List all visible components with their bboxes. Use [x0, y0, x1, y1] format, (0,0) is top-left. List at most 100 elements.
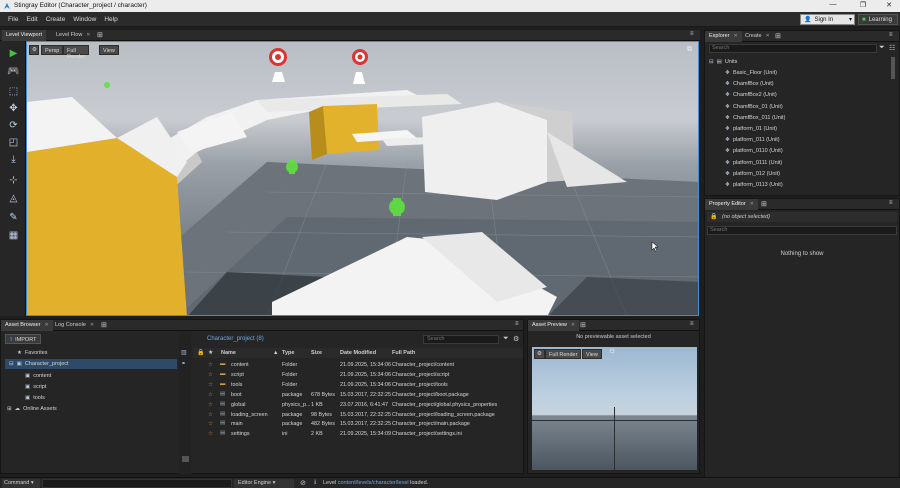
filter-icon[interactable]: ⏷ — [503, 335, 509, 343]
column-path[interactable]: Full Path — [392, 350, 415, 356]
tree-item-unit[interactable]: ❖ ChamfBox2 (Unit) — [725, 92, 777, 98]
layers-tool-icon[interactable]: ▦ — [7, 229, 20, 242]
tab-level-flow[interactable]: Level Flow ✕ — [52, 30, 95, 41]
breadcrumb[interactable]: Character_project (8) — [207, 336, 264, 342]
preview-view-button[interactable]: View — [582, 349, 602, 359]
terrain-tool-icon[interactable]: ◬ — [7, 192, 20, 205]
close-tab-icon[interactable]: ✕ — [90, 322, 94, 328]
table-row[interactable]: ☆ ▬ script Folder 21.09.2025, 15:34:06 Charac… — [193, 370, 511, 380]
full-render-button[interactable]: Full Render — [63, 45, 90, 60]
tree-item-unit[interactable]: ❖ platform_0110 (Unit) — [725, 148, 783, 154]
tab-explorer[interactable]: Explorer ✕ — [705, 31, 742, 42]
snap-tool-icon[interactable]: ⊹ — [7, 174, 20, 187]
maximize-viewport-icon[interactable]: ⧉ — [687, 46, 692, 54]
close-tab-icon[interactable]: ✕ — [571, 322, 575, 328]
explorer-search-input[interactable]: Search — [709, 44, 877, 53]
tab-level-viewport[interactable]: Level Viewport — [2, 30, 46, 41]
close-tab-icon[interactable]: ✕ — [44, 322, 48, 328]
sort-ascending-icon[interactable]: ▲ — [273, 350, 278, 356]
tree-item-unit[interactable]: ❖ ChamfBox (Unit) — [725, 81, 774, 87]
tree-item-unit[interactable]: ❖ Basic_Floor (Unit) — [725, 70, 777, 76]
panel-menu-icon[interactable]: ≡ — [690, 321, 694, 327]
panel-menu-icon[interactable]: ≡ — [690, 31, 694, 37]
close-tab-icon[interactable]: ✕ — [733, 33, 737, 39]
preview-settings-icon[interactable]: ⚙ — [534, 349, 545, 359]
collapse-icon[interactable]: ⊟ — [709, 59, 714, 65]
collapse-icon[interactable]: ⊟ — [9, 361, 14, 367]
place-tool-icon[interactable]: ⤓ — [7, 153, 20, 166]
table-row[interactable]: ☆ ▤ settings ini 2 KB 21.09.2025, 15:34:09 Cha… — [193, 429, 511, 439]
import-button[interactable]: ⇪ IMPORT — [5, 334, 41, 344]
engine-dropdown[interactable]: Editor Engine ▾ — [234, 479, 294, 488]
settings-gear-icon[interactable]: ⚙ — [513, 335, 519, 343]
close-tab-icon[interactable]: ✕ — [766, 33, 770, 39]
camera-mode-button[interactable]: Persp — [41, 45, 64, 55]
favorite-star-icon[interactable]: ☆ — [208, 421, 213, 427]
favorite-star-icon[interactable]: ☆ — [208, 402, 213, 408]
close-tab-icon[interactable]: ✕ — [750, 201, 754, 207]
learning-button[interactable]: ■ Learning — [858, 14, 898, 25]
table-row[interactable]: ☆ ▬ content Folder 21.09.2025, 15:34:06 Chara… — [193, 360, 511, 370]
command-dropdown[interactable]: Command ▾ — [2, 479, 40, 488]
column-size[interactable]: Size — [311, 350, 322, 356]
tree-item-unit[interactable]: ❖ platform_012 (Unit) — [725, 171, 780, 177]
hierarchy-icon[interactable]: ☷ — [889, 44, 895, 52]
tab-log-console[interactable]: Log Console ✕ — [51, 320, 98, 331]
table-row[interactable]: ☆ ▤ boot package 678 Bytes 15.03.2017, 22:32:… — [193, 390, 511, 400]
lock-icon[interactable]: 🔒 — [710, 213, 717, 220]
tab-asset-preview[interactable]: Asset Preview ✕ — [528, 320, 580, 331]
add-tab-icon[interactable]: ⊞ — [580, 321, 586, 329]
table-row[interactable]: ☆ ▤ global physics_p... 1 KB 23.07.2016, 6:41… — [193, 400, 511, 410]
menu-help[interactable]: Help — [104, 16, 117, 23]
close-button[interactable]: ✕ — [876, 1, 900, 9]
add-tab-icon[interactable]: ⊞ — [97, 31, 103, 39]
tab-asset-browser[interactable]: Asset Browser ✕ — [1, 320, 53, 331]
tree-root-units[interactable]: ⊟ ▤ Units — [709, 59, 737, 65]
minimize-button[interactable]: — — [820, 1, 846, 8]
column-date[interactable]: Date Modified — [340, 350, 376, 356]
scrollbar-thumb[interactable] — [891, 57, 895, 79]
menu-edit[interactable]: Edit — [26, 16, 37, 23]
folder-content[interactable]: ▣ content — [25, 373, 51, 379]
table-row[interactable]: ☆ ▬ tools Folder 21.09.2025, 15:34:06 Charact… — [193, 380, 511, 390]
filter-icon[interactable]: ⏷ — [879, 44, 885, 52]
menu-create[interactable]: Create — [46, 16, 66, 23]
favorites-item[interactable]: ★ Favorites — [17, 350, 48, 356]
menu-window[interactable]: Window — [73, 16, 96, 23]
asset-search-input[interactable]: Search — [423, 335, 499, 344]
gamepad-icon[interactable]: 🎮 — [7, 65, 20, 78]
favorite-star-icon[interactable]: ☆ — [208, 382, 213, 388]
tree-item-unit[interactable]: ❖ ChamfBox_011 (Unit) — [725, 115, 785, 121]
add-tab-icon[interactable]: ⊞ — [775, 32, 781, 40]
rotate-tool-icon[interactable]: ⟳ — [7, 119, 20, 132]
zoom-slider[interactable] — [182, 456, 189, 462]
tree-item-unit[interactable]: ❖ platform_0113 (Unit) — [725, 182, 783, 188]
level-viewport[interactable]: ⚙ Persp Full Render View ⧉ — [26, 41, 699, 316]
preview-render[interactable]: ⚙ Full Render View ☼ — [532, 347, 697, 470]
favorite-star-icon[interactable]: ☆ — [208, 412, 213, 418]
folder-tools[interactable]: ▣ tools — [25, 395, 45, 401]
paint-tool-icon[interactable]: ✎ — [7, 211, 20, 224]
view-button[interactable]: View — [99, 45, 119, 55]
folder-view-icon[interactable]: ▥ — [181, 349, 187, 356]
panel-menu-icon[interactable]: ≡ — [515, 321, 519, 327]
maximize-button[interactable]: ❐ — [850, 1, 876, 9]
tab-property-editor[interactable]: Property Editor ✕ — [705, 199, 758, 210]
property-search-input[interactable]: Search — [707, 226, 897, 235]
column-name[interactable]: Name — [221, 350, 236, 356]
folder-script[interactable]: ▣ script — [25, 384, 46, 390]
preview-full-render-button[interactable]: Full Render — [545, 349, 582, 359]
panel-menu-icon[interactable]: ≡ — [889, 32, 893, 38]
favorite-star-icon[interactable]: ☆ — [208, 392, 213, 398]
expand-icon[interactable]: ⊞ — [7, 406, 12, 412]
clear-icon[interactable]: ⊘ — [300, 479, 306, 487]
favorite-star-icon[interactable]: ☆ — [208, 362, 213, 368]
add-tab-icon[interactable]: ⊞ — [761, 200, 767, 208]
project-row-selected[interactable]: ⊟ ▣ Character_project — [5, 359, 177, 369]
table-row[interactable]: ☆ ▤ main package 482 Bytes 15.03.2017, 22:32:… — [193, 419, 511, 429]
menu-file[interactable]: File — [8, 16, 18, 23]
command-input[interactable] — [42, 479, 232, 488]
close-tab-icon[interactable]: ✕ — [86, 32, 90, 38]
favorite-star-icon[interactable]: ☆ — [208, 372, 213, 378]
add-tab-icon[interactable]: ⊞ — [101, 321, 107, 329]
